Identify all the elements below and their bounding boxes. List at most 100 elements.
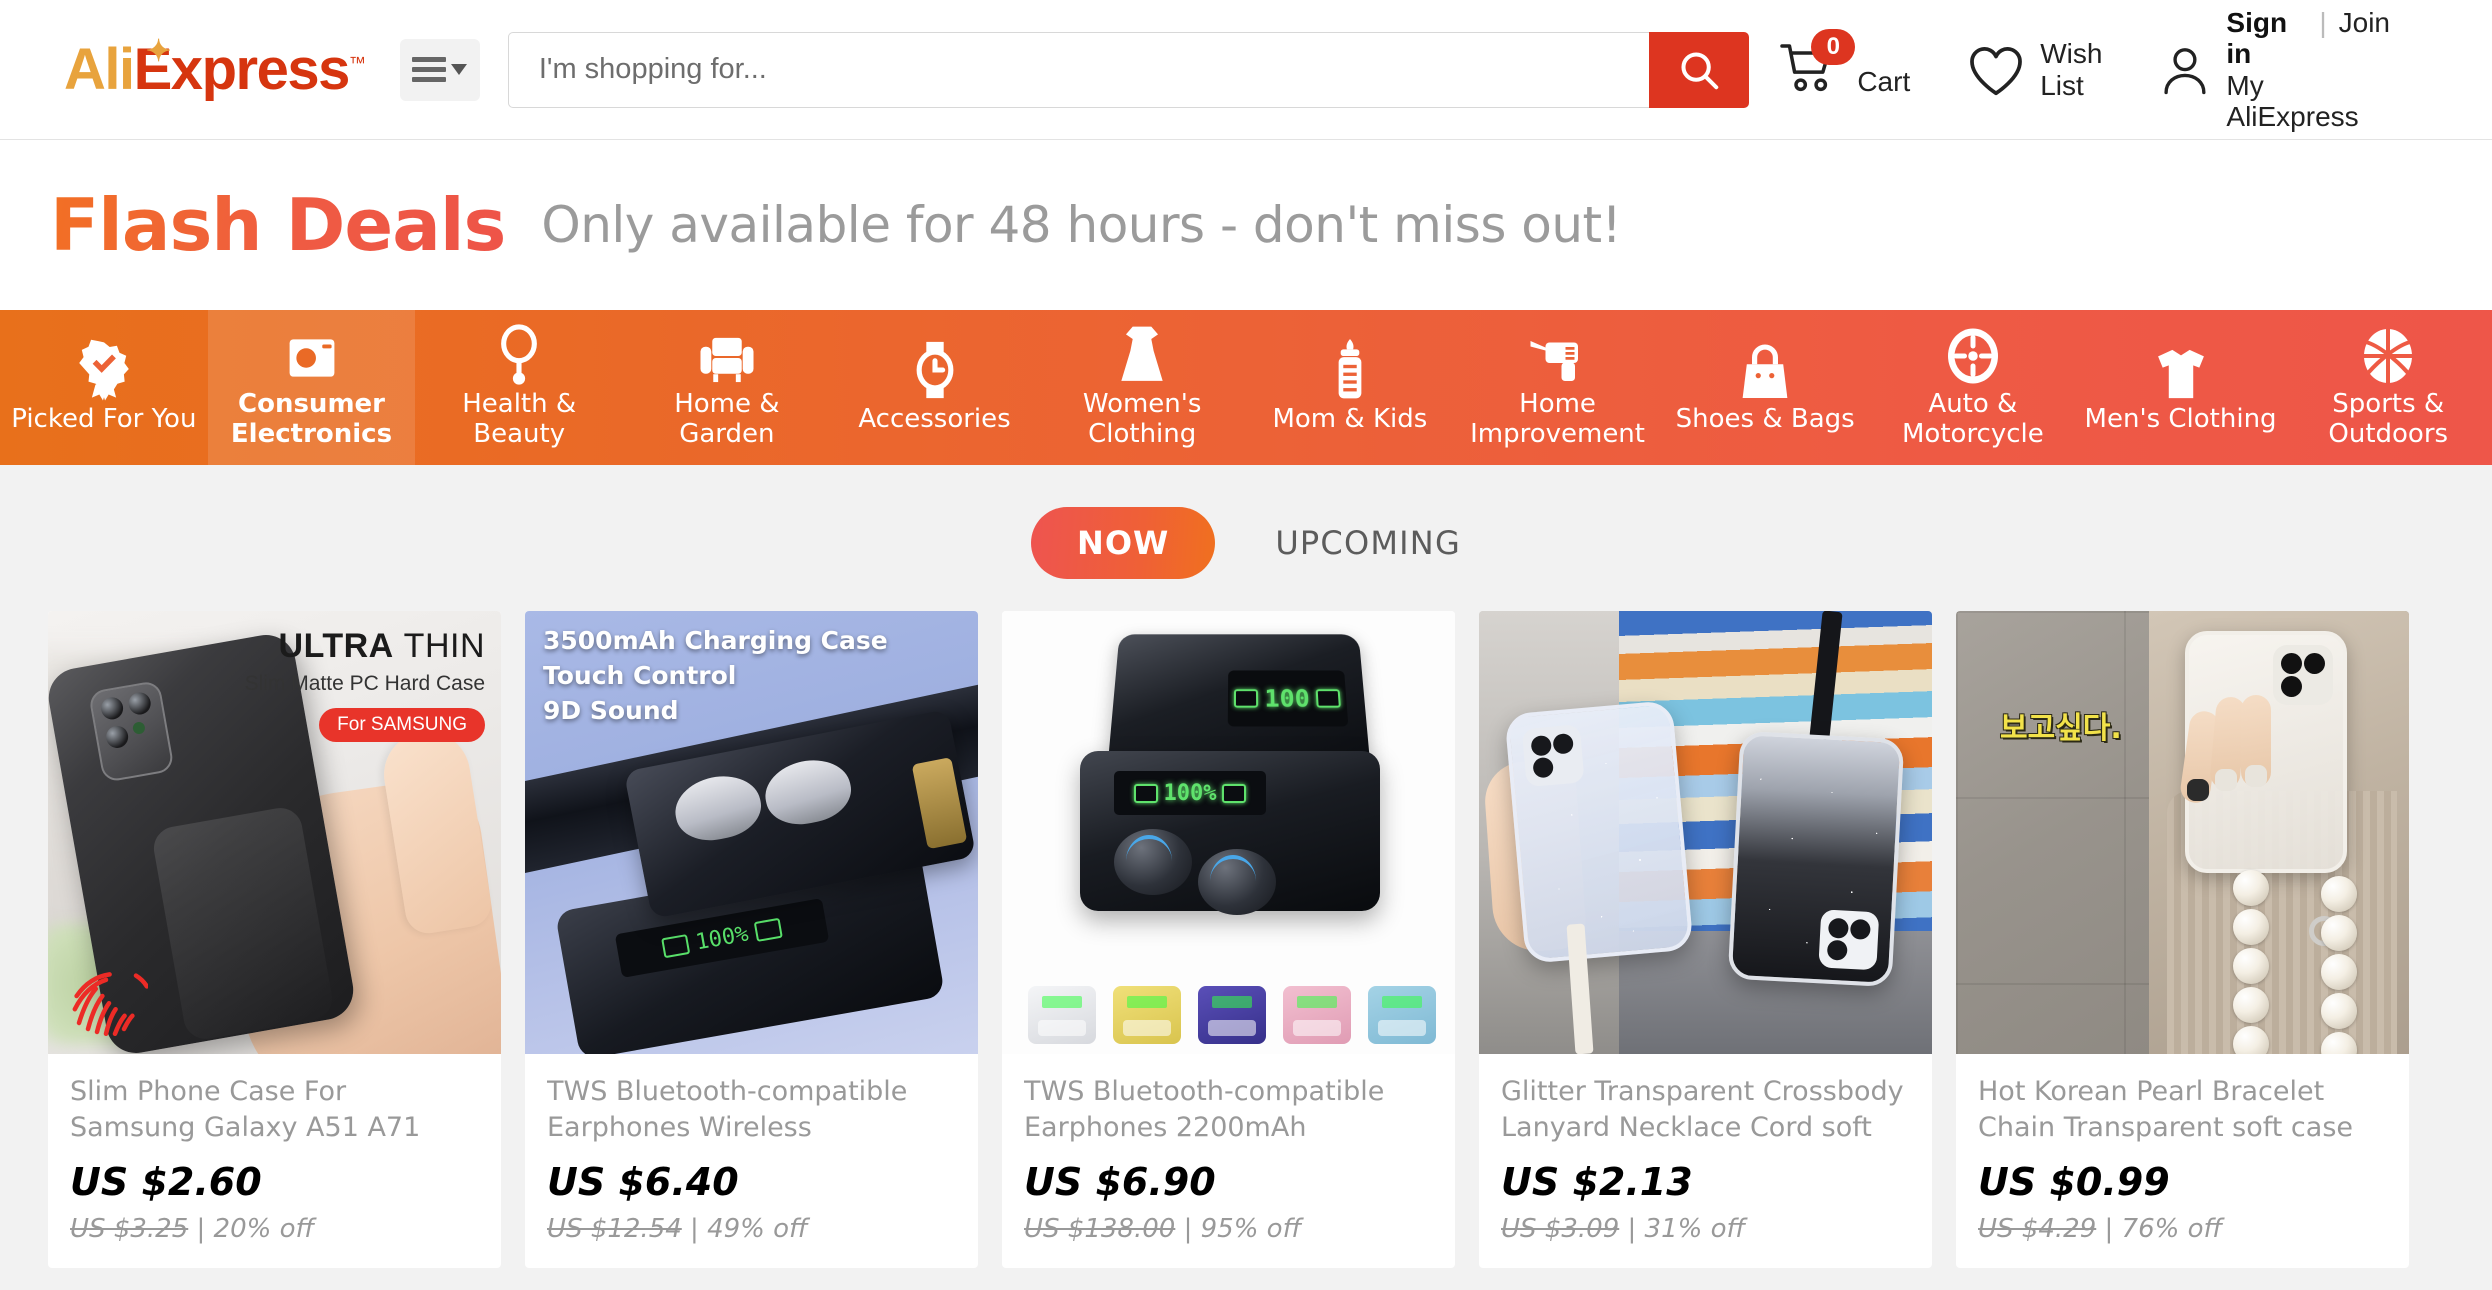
product-discount-row: US $3.09 | 31% off — [1501, 1214, 1910, 1244]
product-grid: ULTRA THIN Slim Matte PC Hard Case For S… — [0, 611, 2492, 1268]
overlay-brand-badge: For SAMSUNG — [319, 708, 485, 742]
product-card[interactable]: 100 100% TWS Bluetooth-compatible Earpho… — [1002, 611, 1455, 1268]
cart-button[interactable]: 0 Cart — [1749, 25, 1938, 115]
product-title: Hot Korean Pearl Bracelet Chain Transpar… — [1978, 1076, 2353, 1143]
product-price: US $6.90 — [1024, 1160, 1216, 1204]
header-actions: 0 Cart Wish List Sign in | Join My AliEx… — [1749, 7, 2428, 132]
wishlist-label-line2: List — [2040, 69, 2084, 101]
search-input[interactable] — [507, 31, 1650, 108]
product-image: 100% 3500mAh Charging Case Touch Control… — [525, 611, 978, 1054]
account-labels: Sign in | Join My AliExpress — [2226, 7, 2390, 132]
wishlist-label-line1: Wish — [2040, 38, 2103, 70]
product-old-price: US $12.54 — [547, 1214, 682, 1244]
price-separator: | — [1183, 1214, 1193, 1244]
tshirt-icon — [2153, 339, 2209, 401]
category-label: Sports & Outdoors — [2328, 388, 2449, 449]
my-aliexpress-link[interactable]: My AliExpress — [2226, 70, 2390, 133]
product-info: Hot Korean Pearl Bracelet Chain Transpar… — [1956, 1054, 2409, 1268]
dress-icon — [1115, 324, 1169, 386]
category-label: Picked For You — [11, 403, 197, 434]
category-picked-for-you[interactable]: Picked For You — [0, 310, 208, 465]
site-header: ✦AliExpress™ 0 Cart — [0, 0, 2492, 140]
wishlist-button[interactable]: Wish List — [1938, 25, 2130, 115]
category-label: Shoes & Bags — [1675, 403, 1855, 434]
baby-bottle-icon — [1331, 338, 1369, 401]
category-womens-clothing[interactable]: Women's Clothing — [1038, 310, 1246, 465]
product-card[interactable]: Glitter Transparent Crossbody Lanyard Ne… — [1479, 611, 1932, 1268]
product-image-overlay: 3500mAh Charging Case Touch Control 9D S… — [543, 623, 888, 728]
overlay-ultra: ULTRA — [278, 627, 394, 665]
drill-icon — [1527, 324, 1589, 386]
color-variant — [1198, 986, 1266, 1044]
handbag-icon — [1739, 339, 1791, 401]
product-discount: 31% off — [1644, 1214, 1746, 1244]
category-label: Women's Clothing — [1082, 388, 1202, 449]
product-info: Glitter Transparent Crossbody Lanyard Ne… — [1479, 1054, 1932, 1268]
product-card[interactable]: ULTRA THIN Slim Matte PC Hard Case For S… — [48, 611, 501, 1268]
category-mom-kids[interactable]: Mom & Kids — [1246, 310, 1454, 465]
account-button[interactable]: Sign in | Join My AliExpress — [2130, 7, 2418, 132]
product-title: TWS Bluetooth-compatible Earphones 2200m… — [1024, 1076, 1385, 1143]
color-variant — [1028, 986, 1096, 1044]
product-discount: 20% off — [213, 1214, 315, 1244]
product-old-price: US $3.25 — [70, 1214, 189, 1244]
category-consumer-electronics[interactable]: Consumer Electronics — [207, 310, 416, 465]
search-button[interactable] — [1649, 31, 1750, 108]
overlay-subtitle: Slim Matte PC Hard Case — [244, 672, 485, 695]
product-info: Slim Phone Case For Samsung Galaxy A51 A… — [48, 1054, 501, 1268]
korean-text-overlay: 보고싶다. — [2000, 711, 2122, 746]
product-image: 100 100% — [1002, 611, 1455, 1054]
color-variant — [1113, 986, 1181, 1044]
overlay-line-1: 3500mAh Charging Case — [543, 626, 888, 655]
cart-icon-wrapper: 0 — [1777, 29, 1856, 100]
product-info: TWS Bluetooth-compatible Earphones Wirel… — [525, 1054, 978, 1268]
mirror-icon — [496, 323, 542, 386]
color-variant — [1368, 986, 1436, 1044]
sign-in-link[interactable]: Sign in — [2226, 7, 2307, 70]
basketball-icon — [2360, 324, 2416, 386]
product-image: ULTRA THIN Slim Matte PC Hard Case For S… — [48, 611, 501, 1054]
product-price: US $2.13 — [1501, 1160, 1693, 1204]
category-sports-outdoors[interactable]: Sports & Outdoors — [2284, 310, 2492, 465]
badge-check-icon — [73, 339, 135, 401]
product-discount: 49% off — [707, 1214, 808, 1244]
camera-icon — [284, 324, 340, 386]
tab-now[interactable]: NOW — [1031, 507, 1216, 579]
price-separator: | — [196, 1214, 206, 1244]
search-bar — [507, 31, 1750, 108]
category-auto-motorcycle[interactable]: Auto & Motorcycle — [1869, 310, 2077, 465]
product-info: TWS Bluetooth-compatible Earphones 2200m… — [1002, 1054, 1455, 1268]
category-label: Accessories — [858, 403, 1011, 434]
aliexpress-logo[interactable]: ✦ AliExpress™ — [64, 35, 366, 103]
category-home-garden[interactable]: Home & Garden — [623, 310, 831, 465]
product-image — [1479, 611, 1932, 1054]
price-separator: | — [2104, 1214, 2114, 1244]
signin-join-row: Sign in | Join — [2226, 7, 2390, 70]
color-variants — [1028, 986, 1436, 1044]
product-price: US $0.99 — [1978, 1160, 2170, 1204]
category-label: Home & Garden — [674, 388, 780, 449]
search-icon — [1681, 51, 1719, 89]
category-accessories[interactable]: Accessories — [831, 310, 1039, 465]
tab-upcoming[interactable]: UPCOMING — [1275, 524, 1461, 562]
categories-menu-button[interactable] — [399, 38, 480, 101]
category-label: Consumer Electronics — [230, 388, 393, 449]
overlay-line-2: Touch Control — [543, 661, 737, 690]
product-discount-row: US $138.00 | 95% off — [1024, 1214, 1433, 1244]
product-old-price: US $3.09 — [1501, 1214, 1620, 1244]
product-old-price: US $138.00 — [1024, 1214, 1176, 1244]
fingerprint-icon — [72, 972, 148, 1036]
category-mens-clothing[interactable]: Men's Clothing — [2077, 310, 2285, 465]
product-title: TWS Bluetooth-compatible Earphones Wirel… — [547, 1076, 908, 1143]
category-shoes-bags[interactable]: Shoes & Bags — [1661, 310, 1869, 465]
product-card[interactable]: 보고싶다. Hot Korean Pearl Bracelet Chain Tr… — [1956, 611, 2409, 1268]
product-card[interactable]: 100% 3500mAh Charging Case Touch Control… — [525, 611, 978, 1268]
cart-label: Cart — [1857, 65, 1911, 97]
product-discount: 76% off — [2121, 1214, 2223, 1244]
category-health-beauty[interactable]: Health & Beauty — [415, 310, 623, 465]
product-image: 보고싶다. — [1956, 611, 2409, 1054]
logo-sparkle-icon: ✦ — [146, 35, 171, 68]
category-home-improvement[interactable]: Home Improvement — [1454, 310, 1662, 465]
heart-icon — [1970, 46, 2023, 95]
join-link[interactable]: Join — [2339, 7, 2390, 38]
